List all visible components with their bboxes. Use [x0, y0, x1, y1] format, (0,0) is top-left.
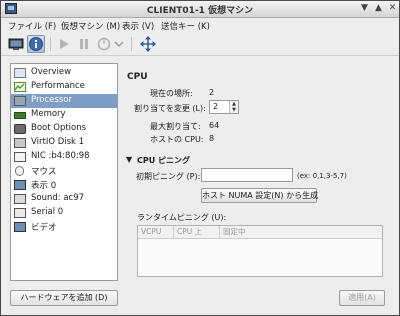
menu-bar: ファイル (F) 仮想マシン (M) 表示 (V) 送信キー (K) [1, 18, 399, 32]
sidebar-item-label: NIC :b4:80:98 [31, 151, 90, 161]
menu-view[interactable]: 表示 (V) [122, 20, 154, 32]
sidebar-item-video[interactable]: ビデオ [11, 220, 117, 234]
shutdown-button[interactable] [95, 35, 113, 53]
host-cpu-value: 8 [209, 134, 215, 143]
menu-vm[interactable]: 仮想マシン (M) [61, 20, 120, 32]
column-header-vcpu[interactable]: VCPU [138, 226, 174, 238]
minimize-icon[interactable]: ▼ [359, 3, 370, 14]
sidebar-item-label: Memory [31, 109, 66, 119]
apply-button[interactable]: 適用(A) [339, 290, 385, 306]
window-title: CLIENT01-1 仮想マシン [146, 6, 254, 16]
host-cpu-label: ホストの CPU: [150, 135, 204, 144]
disk-icon [14, 138, 26, 148]
sidebar-item-performance[interactable]: Performance [11, 80, 117, 94]
sidebar-item-label: Processor [31, 95, 72, 105]
sidebar-item-label: Serial 0 [31, 207, 64, 217]
cpu-alloc-spinner[interactable]: 2 ▲ ▼ [209, 100, 239, 114]
max-alloc-label: 最大割り当て: [150, 122, 201, 131]
details-view-button[interactable] [27, 35, 45, 53]
serial-icon [14, 208, 26, 218]
overview-icon [14, 68, 26, 78]
sidebar-item-virtio-disk[interactable]: VirtIO Disk 1 [11, 136, 117, 150]
sidebar-item-label: Overview [31, 67, 72, 77]
toolbar-separator [131, 37, 132, 51]
column-header-on-cpu[interactable]: CPU 上 [174, 226, 220, 238]
pinning-expander-icon[interactable]: ▼ [126, 155, 132, 164]
max-alloc-value: 64 [209, 121, 220, 130]
sidebar-item-boot-options[interactable]: Boot Options [11, 122, 117, 136]
sidebar-item-sound[interactable]: Sound: ac97 [11, 192, 117, 206]
info-icon [29, 37, 43, 51]
sidebar-item-serial[interactable]: Serial 0 [11, 206, 117, 220]
sidebar-item-display[interactable]: 表示 0 [11, 178, 117, 192]
run-button[interactable] [55, 35, 73, 53]
shutdown-menu-button[interactable] [113, 35, 125, 53]
table-header-row: VCPU CPU 上 固定中 [138, 226, 382, 239]
sidebar-item-nic[interactable]: NIC :b4:80:98 [11, 150, 117, 164]
processor-icon [14, 96, 26, 106]
generate-from-numa-button[interactable]: ホスト NUMA 設定(N) から生成 [201, 188, 318, 203]
sidebar-item-label: Boot Options [31, 123, 87, 133]
pause-button[interactable] [75, 35, 93, 53]
current-alloc-value: 2 [209, 88, 215, 97]
mouse-icon [15, 166, 24, 176]
nic-icon [14, 152, 26, 162]
monitor-icon [8, 38, 24, 50]
column-header-pinned[interactable]: 固定中 [220, 226, 280, 238]
display-icon [14, 180, 26, 190]
hardware-list: Overview Performance Processor Memory Bo… [10, 63, 118, 281]
menu-file[interactable]: ファイル (F) [8, 20, 56, 32]
power-icon [97, 37, 111, 51]
default-pinning-label: 初期ピニング (P): [136, 172, 201, 181]
play-icon [60, 39, 69, 49]
sidebar-item-label: マウス [31, 167, 57, 177]
sidebar-item-label: ビデオ [31, 223, 57, 233]
sidebar-item-overview[interactable]: Overview [11, 66, 117, 80]
toolbar [1, 33, 399, 56]
cpu-alloc-value: 2 [213, 102, 219, 111]
default-pinning-input[interactable] [201, 168, 293, 182]
chevron-down-icon [114, 41, 124, 47]
sound-icon [14, 194, 26, 204]
runtime-pinning-table[interactable]: VCPU CPU 上 固定中 [137, 225, 383, 277]
pause-icon [80, 39, 88, 49]
add-hardware-button[interactable]: ハードウェアを追加 (D) [10, 290, 118, 306]
toolbar-separator [50, 37, 51, 51]
video-icon [14, 222, 26, 232]
current-alloc-label: 現在の場所: [150, 89, 193, 98]
sidebar-item-processor[interactable]: Processor [11, 94, 117, 108]
sidebar-item-memory[interactable]: Memory [11, 108, 117, 122]
title-bar: CLIENT01-1 仮想マシン ▼ ▲ ✕ [1, 1, 399, 18]
sidebar-item-label: Sound: ac97 [31, 193, 85, 203]
sidebar-item-label: Performance [31, 81, 85, 91]
pinning-hint: (ex: 0,1,3-5,7) [297, 172, 347, 180]
cpu-heading: CPU [127, 72, 148, 82]
sidebar-item-label: 表示 0 [31, 181, 57, 191]
boot-options-icon [14, 124, 26, 134]
maximize-icon[interactable]: ▲ [373, 3, 384, 14]
performance-icon [14, 82, 26, 92]
sidebar-item-label: VirtIO Disk 1 [31, 137, 85, 147]
runtime-pinning-label: ランタイムピニング (U): [137, 213, 227, 222]
spinner-arrows-icon[interactable]: ▲ ▼ [229, 101, 238, 113]
pinning-heading: CPU ピニング [137, 156, 191, 165]
fullscreen-icon [140, 36, 156, 52]
vm-window: CLIENT01-1 仮想マシン ▼ ▲ ✕ ファイル (F) 仮想マシン (M… [0, 0, 400, 316]
console-view-button[interactable] [7, 35, 25, 53]
change-alloc-label: 割り当てを変更 (L): [134, 104, 206, 113]
fullscreen-button[interactable] [139, 35, 157, 53]
sidebar-item-mouse[interactable]: マウス [11, 164, 117, 178]
menu-send-key[interactable]: 送信キー (K) [161, 20, 210, 32]
memory-icon [14, 112, 26, 119]
close-icon[interactable]: ✕ [387, 3, 398, 14]
